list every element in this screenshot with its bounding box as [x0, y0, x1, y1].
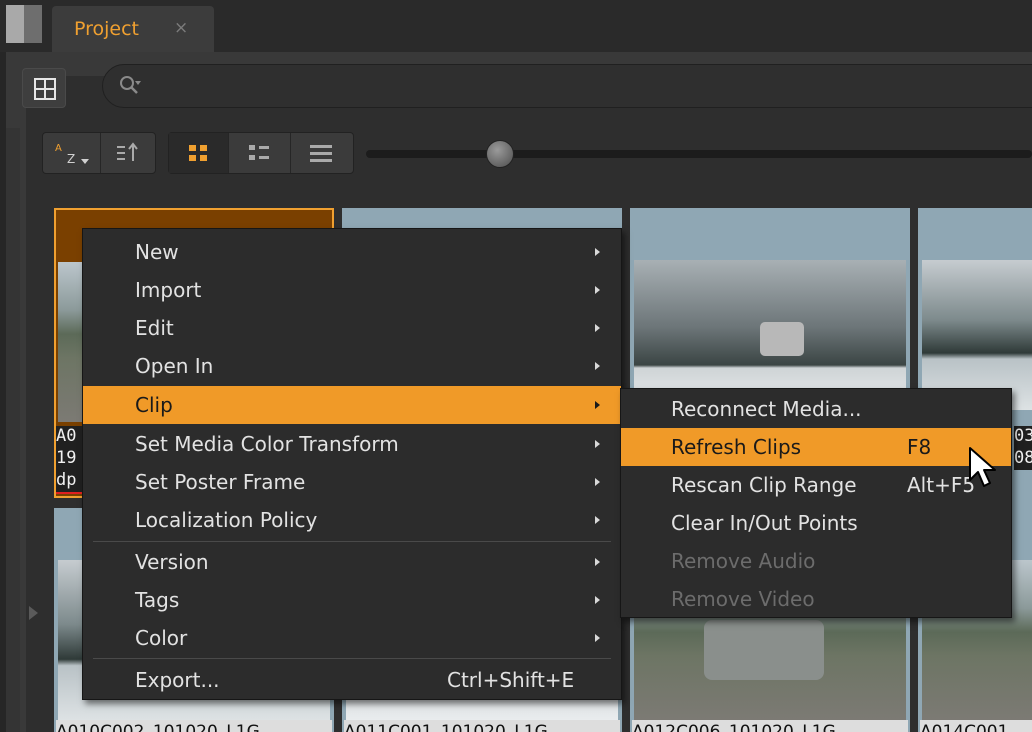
submenu-arrow-icon [595, 558, 600, 566]
clip-label: A010C002_101020_L1G [56, 720, 332, 732]
submenu-arrow-icon [595, 286, 600, 294]
menu-item-label: New [135, 240, 179, 264]
menu-item-tags[interactable]: Tags [83, 581, 621, 619]
menu-item-label: Rescan Clip Range [671, 473, 857, 497]
menu-item-label: Remove Audio [671, 549, 816, 573]
menu-item-label: Refresh Clips [671, 435, 802, 459]
clip-format-text: dp [56, 470, 84, 494]
context-menu: New Import Edit Open In Clip Set Media C… [82, 228, 622, 700]
clip-label: A011C001_101020_L1G [344, 720, 620, 732]
menu-item-export[interactable]: Export... Ctrl+Shift+E [83, 661, 621, 699]
mouse-cursor-icon [969, 447, 996, 487]
svg-text:A: A [55, 143, 62, 154]
view-mode-group [168, 132, 354, 174]
menu-item-label: Import [135, 278, 202, 302]
menu-item-label: Set Media Color Transform [135, 432, 399, 456]
menu-item-label: Localization Policy [135, 508, 318, 532]
layout-grid-button[interactable] [22, 68, 66, 108]
menu-item-label: Remove Video [671, 587, 815, 611]
submenu-arrow-icon [595, 478, 600, 486]
close-icon[interactable]: × [174, 18, 188, 38]
sort-alpha-icon: A Z [55, 143, 89, 166]
menu-separator [93, 541, 611, 542]
menu-item-open-in[interactable]: Open In [83, 347, 621, 385]
menu-item-shortcut: Ctrl+Shift+E [447, 668, 575, 692]
view-details-button[interactable] [291, 133, 353, 173]
view-list-thumbnails-button[interactable] [229, 133, 291, 173]
submenu-arrow-icon [595, 516, 600, 524]
menu-item-remove-audio: Remove Audio [621, 542, 1011, 580]
sort-alpha-button[interactable]: A Z [43, 133, 101, 173]
menu-item-label: Set Poster Frame [135, 470, 306, 494]
menu-item-label: Reconnect Media... [671, 397, 862, 421]
menu-item-shortcut: Alt+F5 [907, 473, 976, 497]
sort-order-button[interactable] [101, 133, 155, 173]
menu-item-label: Clear In/Out Points [671, 511, 858, 535]
menu-item-clip[interactable]: Clip [83, 386, 621, 424]
menu-item-label: Version [135, 550, 209, 574]
clip-submenu: Reconnect Media... Refresh Clips F8 Resc… [620, 388, 1012, 618]
menu-item-label: Export... [135, 668, 220, 692]
grid-large-icon [189, 145, 207, 161]
clip-label: A012C006_101020_L1G [632, 720, 908, 732]
menu-item-new[interactable]: New [83, 233, 621, 271]
menu-item-color[interactable]: Color [83, 619, 621, 657]
list-icon [310, 145, 332, 162]
menu-item-import[interactable]: Import [83, 271, 621, 309]
clip-label: A014C001 [920, 720, 1032, 732]
expand-arrow-icon[interactable] [29, 606, 38, 620]
thumbnail-size-slider[interactable] [366, 150, 1032, 158]
submenu-arrow-icon [595, 440, 600, 448]
panel-menu-icon[interactable] [6, 5, 42, 43]
menu-item-remove-video: Remove Video [621, 580, 1011, 618]
menu-item-edit[interactable]: Edit [83, 309, 621, 347]
panel-left-strip [6, 128, 20, 732]
tab-label: Project [74, 18, 140, 40]
submenu-arrow-icon [595, 401, 600, 409]
menu-item-label: Open In [135, 354, 214, 378]
menu-item-localization-policy[interactable]: Localization Policy [83, 501, 621, 539]
clip-name-text: A0 [56, 426, 84, 448]
menu-item-label: Edit [135, 316, 174, 340]
slider-handle[interactable] [486, 140, 514, 168]
menu-item-clear-in-out-points[interactable]: Clear In/Out Points [621, 504, 1011, 542]
svg-text:Z: Z [67, 152, 75, 166]
menu-item-set-poster-frame[interactable]: Set Poster Frame [83, 463, 621, 501]
submenu-arrow-icon [595, 362, 600, 370]
menu-item-rescan-clip-range[interactable]: Rescan Clip Range Alt+F5 [621, 466, 1011, 504]
tab-project[interactable]: Project × [52, 6, 214, 54]
sort-order-icon [117, 142, 138, 161]
search-input[interactable] [102, 64, 1032, 108]
submenu-arrow-icon [595, 596, 600, 604]
menu-item-shortcut: F8 [907, 435, 932, 459]
menu-item-label: Tags [135, 588, 180, 612]
clip-date-text: 19 [56, 448, 84, 470]
menu-item-refresh-clips[interactable]: Refresh Clips F8 [621, 428, 1011, 466]
clip-date-text: 08 [1014, 448, 1032, 470]
car-shape [760, 322, 804, 356]
menu-item-set-media-color-transform[interactable]: Set Media Color Transform [83, 425, 621, 463]
submenu-arrow-icon [595, 248, 600, 256]
view-large-thumbnails-button[interactable] [169, 133, 229, 173]
submenu-arrow-icon [595, 634, 600, 642]
sort-group: A Z [42, 132, 156, 174]
list-thumbnails-icon [249, 145, 269, 160]
menu-item-label: Clip [135, 393, 173, 417]
submenu-arrow-icon [595, 324, 600, 332]
menu-separator [93, 658, 611, 659]
menu-item-reconnect-media[interactable]: Reconnect Media... [621, 390, 1011, 428]
menu-item-version[interactable]: Version [83, 543, 621, 581]
search-icon[interactable] [117, 73, 143, 99]
clip-name-text: 03 [1014, 426, 1032, 448]
menu-item-label: Color [135, 626, 188, 650]
car-shape [704, 620, 824, 680]
